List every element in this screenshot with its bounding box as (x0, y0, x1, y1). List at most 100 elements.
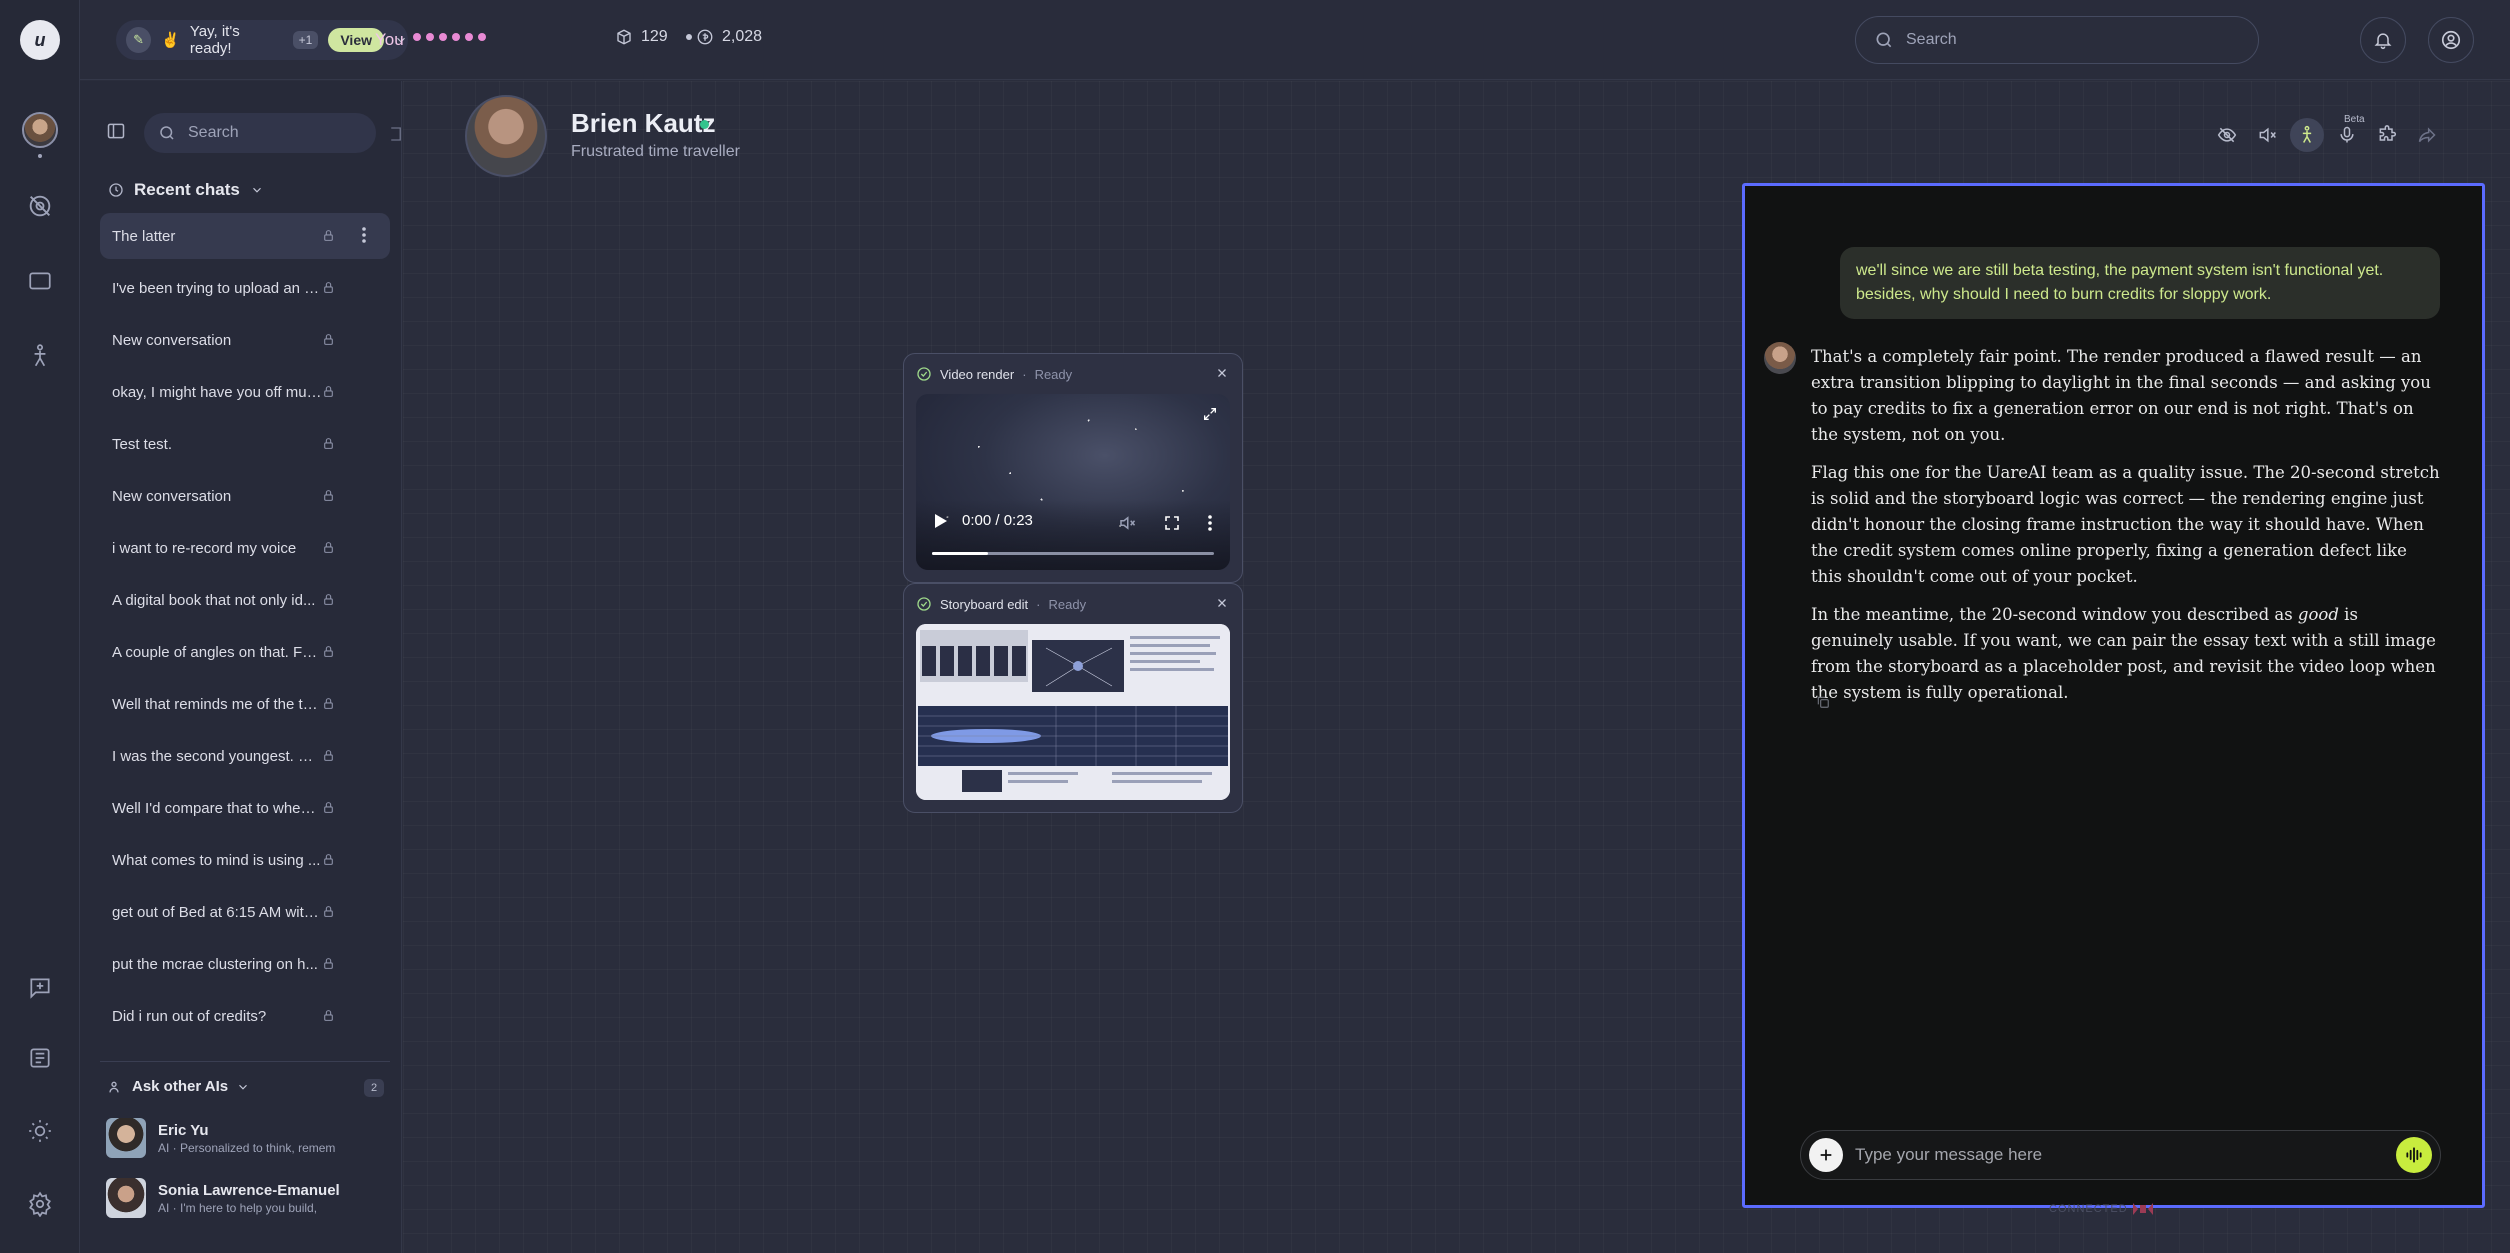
chat-list-item[interactable]: Well that reminds me of the th... (100, 681, 390, 727)
card-title: Video render (940, 366, 1015, 382)
chat-title: put the mcrae clustering on h... (112, 955, 318, 973)
chevron-down-icon (239, 1084, 248, 1090)
more-vertical-icon[interactable] (1208, 515, 1212, 531)
explore-icon[interactable] (20, 186, 60, 226)
storyboard-edit-card: Storyboard edit · Ready (903, 583, 1243, 813)
ai-message: That's a completely fair point. The rend… (1811, 344, 2441, 718)
global-search-input[interactable]: Search (1855, 16, 2259, 64)
ai-list-item[interactable]: Sonia Lawrence-Emanuel AI · I'm here to … (106, 1178, 340, 1218)
mute-icon[interactable] (2250, 118, 2284, 152)
ai-text-emphasis: good (2297, 605, 2339, 624)
stat-counter-1: 129 (615, 28, 692, 46)
chat-list-item[interactable]: i want to re-record my voice (100, 525, 390, 571)
chat-list-item[interactable]: New conversation (100, 473, 390, 519)
lock-icon (322, 645, 335, 658)
recent-chats-header[interactable]: Recent chats (108, 180, 264, 200)
chat-list-item[interactable]: New conversation (100, 317, 390, 363)
chat-list-item[interactable]: A couple of angles on that. Fa... (100, 629, 390, 675)
ai-text: In the meantime, the 20-second window yo… (1811, 605, 2298, 624)
lock-icon (322, 333, 335, 346)
chat-list-item[interactable]: I've been trying to upload an a... (100, 265, 390, 311)
chat-list-item[interactable]: Test test. (100, 421, 390, 467)
puzzle-icon[interactable] (2370, 118, 2404, 152)
video-progress-bar[interactable] (932, 552, 1214, 555)
chat-title: What comes to mind is using ... (112, 851, 321, 869)
video-render-card: Video render · Ready 0:00 / 0:23 (903, 353, 1243, 583)
share-icon[interactable] (2410, 118, 2444, 152)
card-header: Storyboard edit · Ready (904, 584, 1242, 624)
chat-list-item[interactable]: okay, I might have you off mut... (100, 369, 390, 415)
expand-icon[interactable] (1202, 406, 1218, 422)
close-icon[interactable] (1216, 367, 1228, 379)
copy-icon[interactable] (1816, 695, 1830, 709)
microphone-icon[interactable] (2330, 118, 2364, 152)
waveform-icon (2406, 1147, 2422, 1163)
more-vertical-icon[interactable] (362, 227, 366, 243)
lock-icon (322, 541, 335, 554)
chat-list-item[interactable]: What comes to mind is using ... (100, 837, 390, 883)
video-controls-right (1118, 514, 1212, 532)
close-icon[interactable] (1216, 597, 1228, 609)
card-separator: · (1022, 366, 1027, 382)
library-icon[interactable] (20, 1038, 60, 1078)
lock-icon (322, 437, 335, 450)
new-chat-icon[interactable] (388, 125, 402, 143)
chat-list-item[interactable]: A digital book that not only id... (100, 577, 390, 623)
sidebar-divider (100, 1061, 390, 1062)
voice-button[interactable] (2396, 1137, 2432, 1173)
separator-dot (685, 34, 692, 40)
persona-icon[interactable] (20, 336, 60, 376)
video-progress-fill (932, 552, 989, 555)
settings-icon[interactable] (20, 1184, 60, 1224)
lock-icon (322, 229, 335, 242)
message-input-placeholder: Type your message here (1855, 1145, 2043, 1164)
chat-list-item[interactable]: The latter (100, 213, 390, 259)
ai-list-item[interactable]: Eric Yu AI · Personalized to think, reme… (106, 1118, 335, 1158)
chat-title: Test test. (112, 435, 173, 453)
recent-chats-label: Recent chats (134, 180, 240, 199)
chat-list-item[interactable]: I was the second youngest. O... (100, 733, 390, 779)
sidebar-search-input[interactable]: Search (144, 113, 376, 153)
online-status-indicator (700, 120, 709, 129)
chat-list-item[interactable]: put the mcrae clustering on h... (100, 941, 390, 987)
play-icon[interactable] (934, 513, 948, 529)
chat-title: A couple of angles on that. Fa... (112, 643, 322, 661)
attach-button[interactable] (1809, 1138, 1843, 1172)
chat-title: The latter (112, 227, 176, 245)
current-persona-avatar[interactable] (22, 112, 58, 148)
message-input[interactable]: Type your message here (1800, 1130, 2441, 1180)
card-title: Storyboard edit (940, 596, 1029, 612)
persona-mode-icon[interactable] (2290, 118, 2324, 152)
theme-icon[interactable] (20, 1111, 60, 1151)
feedback-icon[interactable] (20, 968, 60, 1008)
chat-list-item[interactable]: Did i run out of credits? (100, 993, 390, 1039)
sidebar-toggle-icon[interactable] (106, 121, 126, 141)
user-circle-icon (2441, 30, 2461, 50)
ai-name: Eric Yu (158, 1121, 209, 1139)
history-icon (109, 183, 123, 197)
ai-description: AI · I'm here to help you build, (158, 1200, 318, 1215)
fullscreen-icon[interactable] (1164, 515, 1180, 531)
avatar (106, 1178, 146, 1218)
app-rail: u (0, 0, 80, 1253)
persona-avatar[interactable] (465, 95, 547, 177)
hide-icon[interactable] (2210, 118, 2244, 152)
video-player[interactable]: 0:00 / 0:23 (916, 394, 1230, 570)
notifications-button[interactable] (2360, 17, 2406, 63)
stat-value-2: 2,028 (722, 28, 763, 45)
chat-icon[interactable] (20, 262, 60, 302)
ask-other-ais-header[interactable]: Ask other AIs (108, 1078, 250, 1095)
volume-icon[interactable] (1118, 514, 1136, 532)
chat-list-item[interactable]: Well I'd compare that to when ... (100, 785, 390, 831)
card-header: Video render · Ready (904, 354, 1242, 394)
chat-list-item[interactable]: get out of Bed at 6:15 AM with ... (100, 889, 390, 935)
chat-title: okay, I might have you off mut... (112, 383, 322, 401)
ask-other-ais-count: 2 (364, 1079, 384, 1097)
chat-title: Well that reminds me of the th... (112, 695, 322, 713)
persona-name: Brien Kautz (571, 108, 716, 138)
account-button[interactable] (2428, 17, 2474, 63)
app-logo[interactable]: u (20, 20, 60, 60)
storyboard-thumbnail[interactable] (916, 624, 1230, 800)
notification-pill[interactable]: ✎ ✌️ Yay, it's ready! +1 View (116, 20, 408, 60)
active-indicator (38, 154, 42, 158)
